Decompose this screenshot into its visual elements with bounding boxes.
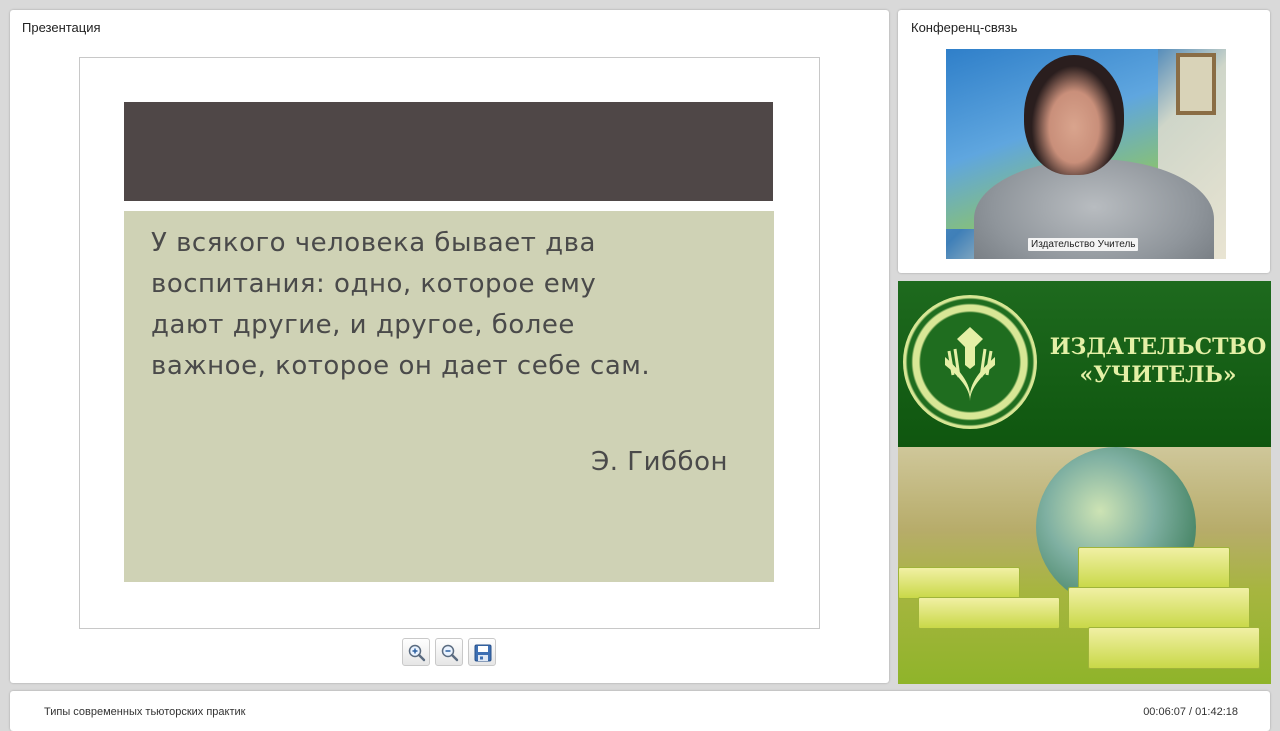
save-button[interactable] [468,638,496,666]
book-image [1068,587,1250,629]
book-image [1088,627,1260,669]
webcam-video[interactable]: Издательство Учитель [946,49,1226,259]
quote-line: важное, которое он дает себе сам. [151,351,651,381]
brand-name-line: «УЧИТЕЛЬ» [1079,362,1237,388]
quote-line: воспитания: одно, которое ему [151,269,597,299]
slide: У всякого человека бывает два воспитания… [79,57,820,629]
wall-picture [1176,53,1216,115]
brand-name-line: ИЗДАТЕЛЬСТВО [1049,334,1267,360]
brand-panel: ИЗДАТЕЛЬСТВО «УЧИТЕЛЬ» [898,281,1271,684]
zoom-in-button[interactable] [402,638,430,666]
webinar-title: Типы современных тьюторских практик [44,706,246,718]
presentation-panel-title: Презентация [22,20,101,35]
brand-name: ИЗДАТЕЛЬСТВО «УЧИТЕЛЬ» [1048,333,1268,389]
quote-line: дают другие, и другое, более [151,310,575,340]
conference-panel: Конференц-связь Издательство Учитель [898,10,1270,273]
slide-quote: У всякого человека бывает два воспитания… [151,223,751,387]
quote-author: Э. Гиббон [591,447,728,477]
slide-header-band [124,102,773,201]
player-footer: Типы современных тьюторских практик 00:0… [10,691,1270,731]
conference-panel-title: Конференц-связь [911,20,1018,35]
slide-body: У всякого человека бывает два воспитания… [124,211,774,582]
camera-label: Издательство Учитель [1028,238,1139,251]
book-image [898,567,1020,599]
publisher-logo [903,295,1037,429]
book-emblem-icon [945,327,995,401]
zoom-in-icon [408,644,426,662]
brand-banner: ИЗДАТЕЛЬСТВО «УЧИТЕЛЬ» [898,281,1271,447]
quote-line: У всякого человека бывает два [151,228,596,258]
presentation-panel: Презентация У всякого человека бывает дв… [10,10,889,683]
book-image [918,597,1060,629]
zoom-out-button[interactable] [435,638,463,666]
speaker-head [1024,55,1124,175]
zoom-out-icon [441,644,459,662]
books-globe-photo [898,447,1271,684]
book-image [1078,547,1230,589]
floppy-disk-icon [474,644,492,662]
playback-time: 00:06:07 / 01:42:18 [1143,706,1238,718]
